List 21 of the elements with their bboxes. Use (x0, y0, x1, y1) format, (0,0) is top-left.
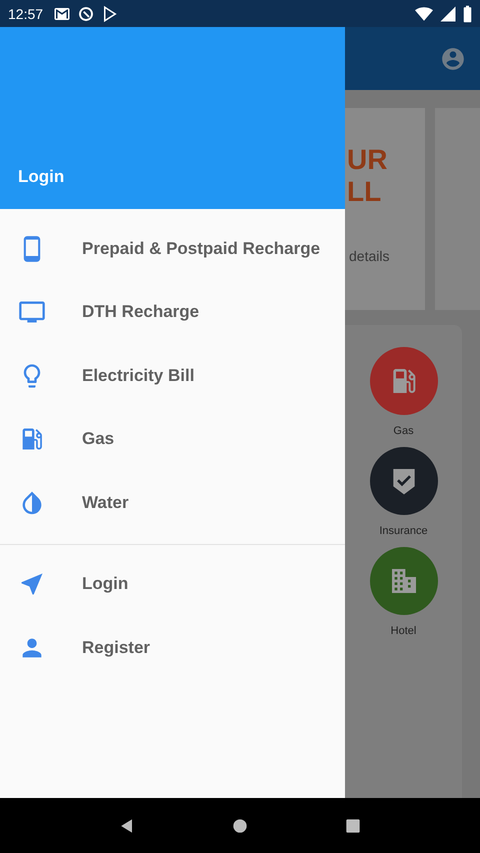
drawer-item[interactable]: Water (0, 471, 345, 534)
account-icon[interactable] (440, 46, 466, 72)
drawer-item[interactable]: Gas (0, 408, 345, 471)
service-label: Insurance (379, 525, 428, 537)
banner-headline: UR (347, 144, 388, 176)
drawer-item[interactable]: DTH Recharge (0, 280, 345, 344)
signal-icon (439, 4, 457, 22)
drawer-item[interactable]: Register (0, 616, 345, 680)
clock: 12:57 (8, 6, 44, 22)
drawer-item[interactable]: Prepaid & Postpaid Recharge (0, 217, 345, 280)
battery-icon (463, 4, 472, 22)
drawer-item[interactable]: Electricity Bill (0, 344, 345, 408)
wifi-icon (415, 4, 433, 22)
drawer-title: Login (18, 167, 64, 187)
service-label: Hotel (390, 625, 416, 637)
promo-banner[interactable]: UR LL details (345, 108, 425, 310)
sync-circle-icon (77, 4, 96, 22)
drawer-item[interactable]: Login (0, 552, 345, 616)
banner-headline: LL (347, 176, 382, 208)
service-label: Gas (393, 425, 414, 437)
banner-text: details (349, 248, 390, 264)
